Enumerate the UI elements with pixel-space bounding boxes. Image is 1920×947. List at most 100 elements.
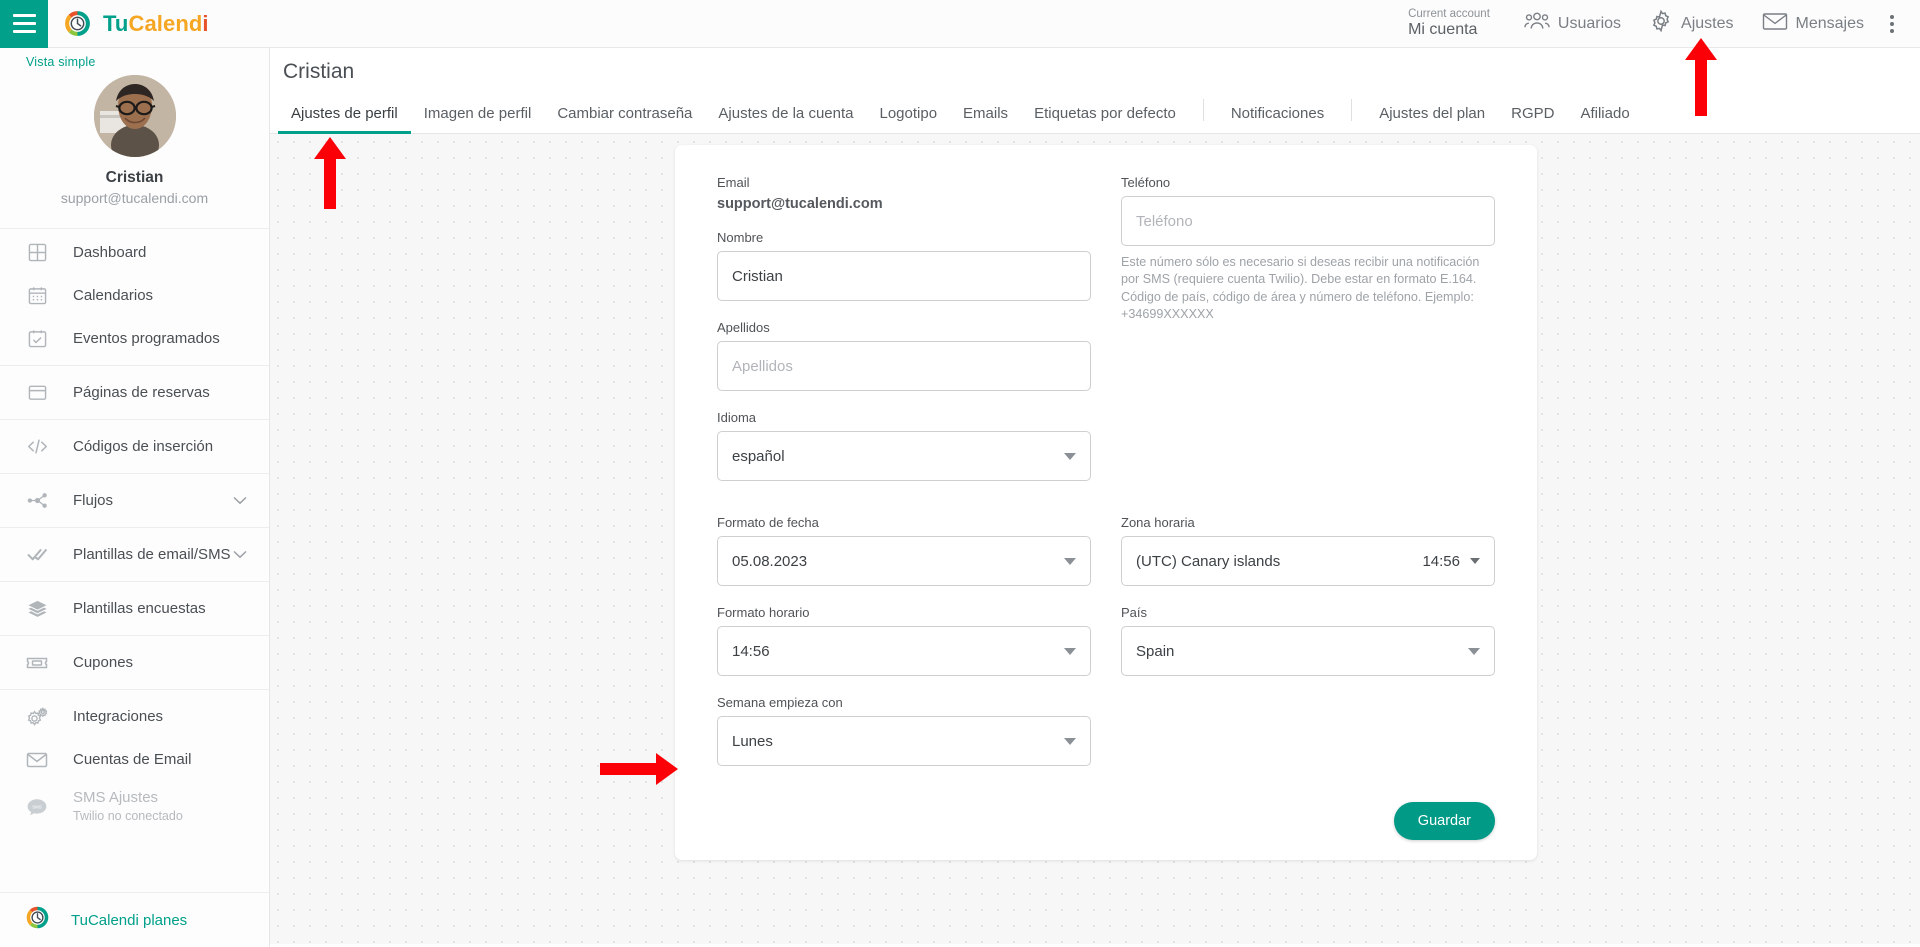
sidebar-item-eventos-programados[interactable]: Eventos programados	[0, 317, 269, 360]
sidebar-divider	[0, 419, 269, 420]
form-actions: Guardar	[675, 802, 1537, 840]
top-item-usuarios[interactable]: Usuarios	[1510, 0, 1635, 48]
formato-de-fecha-select[interactable]: 05.08.2023	[717, 536, 1091, 586]
chevron-down-icon	[1470, 558, 1480, 564]
field-email-label: Email	[717, 175, 750, 190]
formato-horario-select[interactable]: 14:56	[717, 626, 1091, 676]
field-formato-de-fecha-label: Formato de fecha	[717, 515, 819, 530]
pais-select[interactable]: Spain	[1121, 626, 1495, 676]
tab-rgpd[interactable]: RGPD	[1498, 105, 1567, 133]
telefono-input-placeholder: Teléfono	[1136, 212, 1193, 230]
sidebar-item-calendarios-label: Calendarios	[73, 287, 154, 304]
sidebar-view-mode[interactable]: Vista simple	[0, 48, 269, 69]
sidebar-item-plantillas-encuestas[interactable]: Plantillas encuestas	[0, 587, 269, 630]
sidebar-item-plantillas-de-email-sms-label: Plantillas de email/SMS	[73, 546, 231, 563]
sidebar-item-flujos[interactable]: Flujos	[0, 479, 269, 522]
field-zona-horaria: Zona horaria (UTC) Canary islands 14:56	[1121, 515, 1495, 586]
tab-ajustes-de-la-cuenta[interactable]: Ajustes de la cuenta	[705, 105, 866, 133]
sidebar-profile: Cristian support@tucalendi.com	[0, 69, 269, 229]
field-zona-horaria-label: Zona horaria	[1121, 515, 1195, 530]
sidebar-item-paginas-de-reservas[interactable]: Páginas de reservas	[0, 371, 269, 414]
telefono-input[interactable]: Teléfono	[1121, 196, 1495, 246]
gear-icon	[1649, 9, 1673, 38]
main-content: Cristian Ajustes de perfil Imagen de per…	[270, 48, 1920, 947]
sidebar-item-dashboard[interactable]: Dashboard	[0, 231, 269, 274]
tab-notificaciones[interactable]: Notificaciones	[1218, 105, 1337, 133]
tab-logotipo[interactable]: Logotipo	[866, 105, 950, 133]
current-account[interactable]: Current account Mi cuenta	[1408, 8, 1490, 40]
sidebar-item-sms-ajustes[interactable]: SMS SMS Ajustes Twilio no conectado	[0, 781, 269, 833]
sidebar-item-integraciones[interactable]: Integraciones	[0, 695, 269, 738]
field-pais: País Spain	[1121, 605, 1495, 676]
chevron-down-icon	[1468, 647, 1480, 655]
brand-logo-link[interactable]: TuCalendi	[62, 8, 209, 39]
current-account-value: Mi cuenta	[1408, 20, 1478, 38]
window-icon	[24, 381, 50, 405]
tab-ajustes-de-perfil[interactable]: Ajustes de perfil	[278, 105, 411, 134]
sidebar-item-flujos-label: Flujos	[73, 492, 114, 509]
sidebar-item-plantillas-encuestas-label: Plantillas encuestas	[73, 600, 206, 617]
sidebar-divider	[0, 473, 269, 474]
sidebar-item-plantillas-de-email-sms[interactable]: Plantillas de email/SMS	[0, 533, 269, 576]
layers-icon	[24, 597, 50, 621]
envelope-outline-icon	[24, 748, 50, 772]
double-check-icon	[24, 543, 50, 567]
save-button[interactable]: Guardar	[1393, 802, 1495, 840]
semana-empieza-con-select[interactable]: Lunes	[717, 716, 1091, 766]
tab-ajustes-del-plan[interactable]: Ajustes del plan	[1366, 105, 1498, 133]
tab-cambiar-contrasena[interactable]: Cambiar contraseña	[544, 105, 705, 133]
form-column-right-bottom: Zona horaria (UTC) Canary islands 14:56 …	[1121, 515, 1495, 766]
dashboard-grid-icon	[24, 241, 50, 265]
form-column-left-bottom: Formato de fecha 05.08.2023 Formato hora…	[717, 515, 1091, 766]
sidebar-item-tucalendi-planes[interactable]: TuCalendi planes	[0, 892, 269, 947]
top-item-ajustes[interactable]: Ajustes	[1635, 0, 1747, 48]
tab-divider	[1202, 99, 1204, 121]
idioma-select-value: español	[732, 447, 785, 465]
tab-emails[interactable]: Emails	[950, 105, 1021, 133]
sidebar-item-cuentas-de-email[interactable]: Cuentas de Email	[0, 738, 269, 781]
chevron-down-icon	[1064, 452, 1076, 460]
chevron-down-icon[interactable]	[233, 493, 247, 508]
sidebar-divider	[0, 527, 269, 528]
tab-imagen-de-perfil[interactable]: Imagen de perfil	[411, 105, 545, 133]
sidebar-item-paginas-de-reservas-label: Páginas de reservas	[73, 384, 210, 401]
sidebar-item-codigos-de-insercion-label: Códigos de inserción	[73, 438, 214, 455]
sidebar-item-codigos-de-insercion[interactable]: Códigos de inserción	[0, 425, 269, 468]
field-nombre-label: Nombre	[717, 230, 764, 245]
field-formato-de-fecha: Formato de fecha 05.08.2023	[717, 515, 1091, 586]
tab-afiliado[interactable]: Afiliado	[1567, 105, 1642, 133]
sidebar-item-sms-ajustes-text: SMS Ajustes Twilio no conectado	[73, 789, 183, 824]
calendar-icon	[24, 284, 50, 308]
sidebar-item-cupones[interactable]: Cupones	[0, 641, 269, 684]
sidebar-nav: Dashboard Calendarios Eventos programado…	[0, 229, 269, 833]
flow-nodes-icon	[24, 489, 50, 513]
ticket-icon	[24, 651, 50, 675]
idioma-select[interactable]: español	[717, 431, 1091, 481]
apellidos-input[interactable]: Apellidos	[717, 341, 1091, 391]
content-canvas: Email support@tucalendi.com Nombre Crist…	[270, 134, 1920, 944]
brand-title: TuCalendi	[103, 11, 209, 37]
apellidos-input-placeholder: Apellidos	[732, 357, 793, 375]
nombre-input[interactable]: Cristian	[717, 251, 1091, 301]
users-icon	[1524, 11, 1550, 36]
sidebar-item-cuentas-de-email-label: Cuentas de Email	[73, 751, 192, 768]
sidebar-item-calendarios[interactable]: Calendarios	[0, 274, 269, 317]
field-formato-horario: Formato horario 14:56	[717, 605, 1091, 676]
chevron-down-icon	[1064, 647, 1076, 655]
avatar[interactable]	[93, 75, 176, 157]
tab-ajustes-de-perfil-label: Ajustes de perfil	[291, 105, 398, 122]
chevron-down-icon[interactable]	[233, 547, 247, 562]
semana-empieza-con-value: Lunes	[732, 732, 773, 750]
hamburger-menu-icon[interactable]	[0, 0, 48, 48]
tab-emails-label: Emails	[963, 105, 1009, 122]
brand-part-2: Calend	[128, 10, 203, 36]
profile-settings-card: Email support@tucalendi.com Nombre Crist…	[675, 145, 1537, 860]
kebab-menu-icon[interactable]	[1878, 14, 1910, 33]
tab-etiquetas-por-defecto[interactable]: Etiquetas por defecto	[1021, 105, 1189, 133]
sidebar-item-cupones-label: Cupones	[73, 654, 134, 671]
top-item-mensajes[interactable]: Mensajes	[1748, 0, 1878, 48]
zona-horaria-select[interactable]: (UTC) Canary islands 14:56	[1121, 536, 1495, 586]
tab-ajustes-del-plan-label: Ajustes del plan	[1379, 105, 1486, 122]
sidebar-item-sms-ajustes-label: SMS Ajustes	[73, 789, 159, 807]
form-column-right-top: Teléfono Teléfono Este número sólo es ne…	[1121, 175, 1495, 481]
